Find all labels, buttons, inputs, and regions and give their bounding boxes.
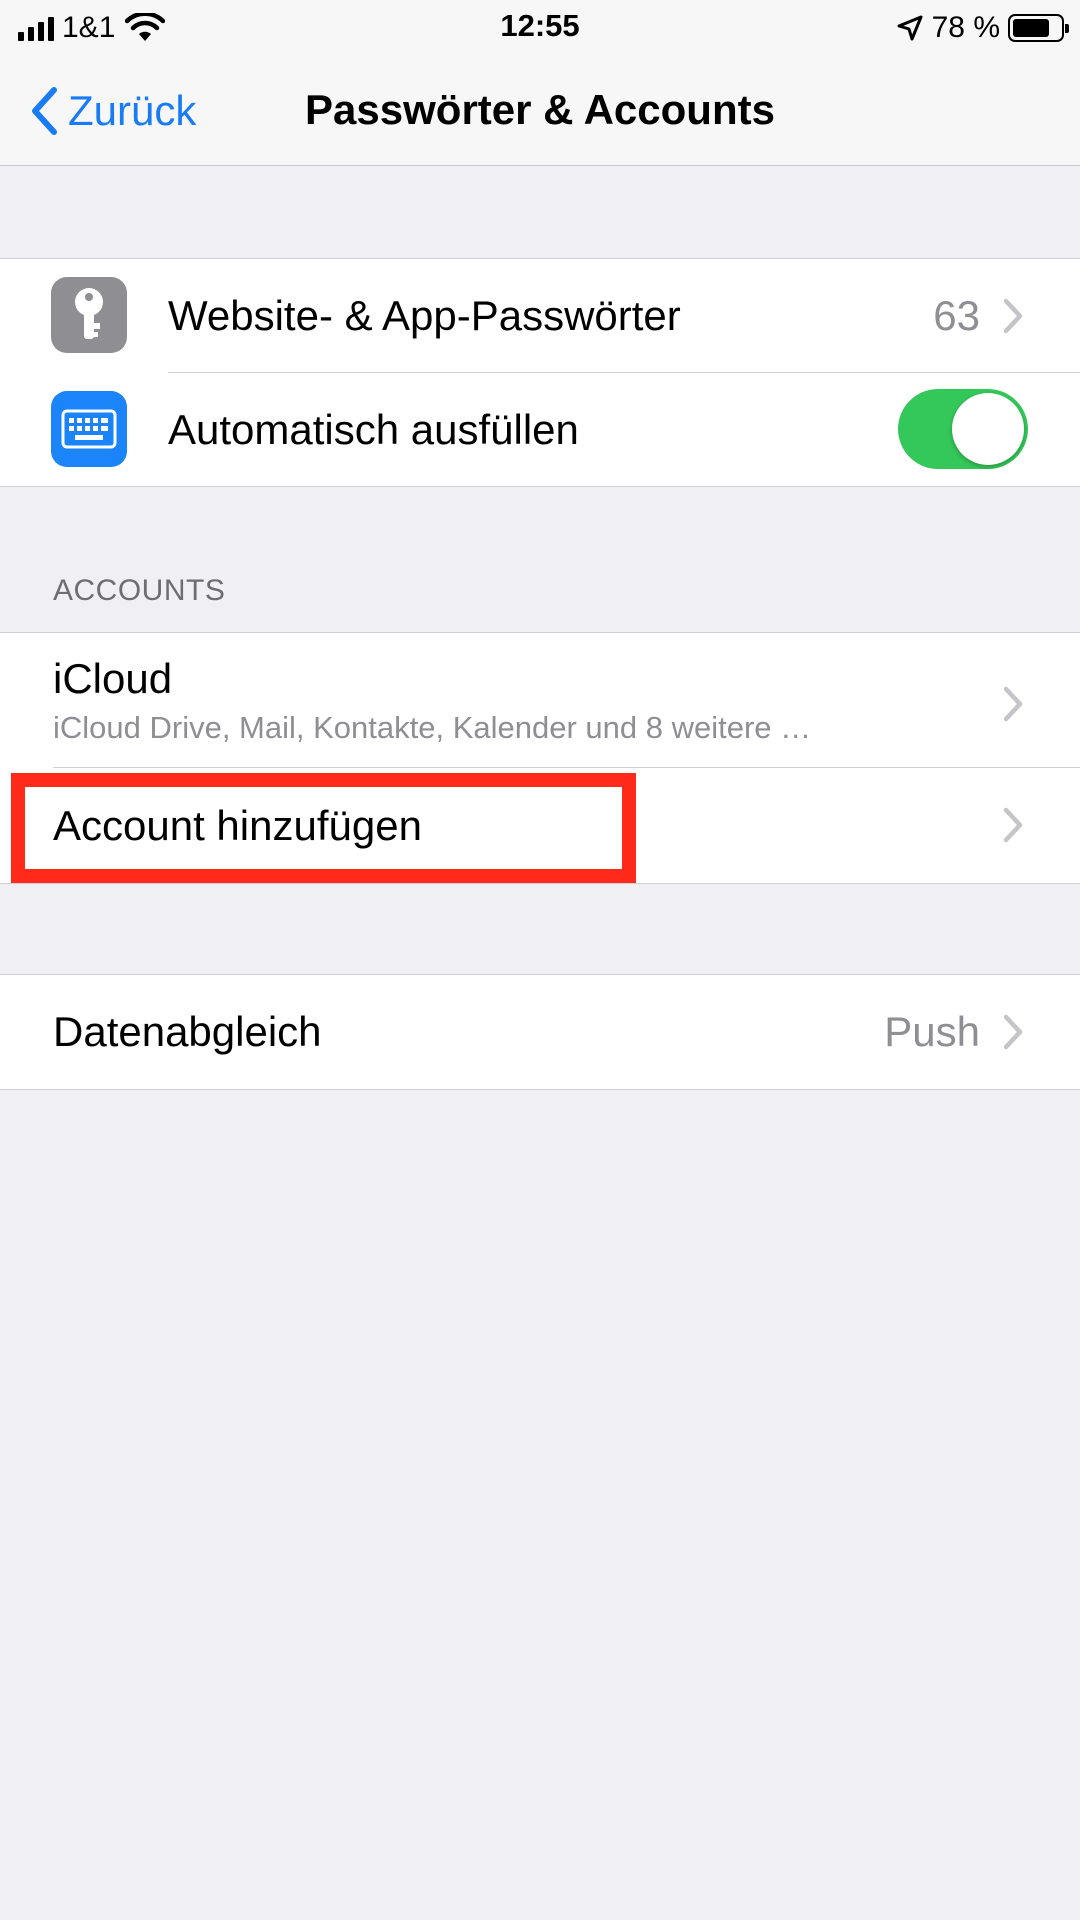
location-arrow-icon [897, 15, 923, 41]
toggle-knob [952, 393, 1024, 465]
passwords-group: Website- & App-Passwörter 63 Automatisch… [0, 258, 1080, 487]
data-sync-value: Push [884, 1008, 980, 1055]
page-title: Passwörter & Accounts [305, 86, 775, 133]
battery-percent: 78 % [931, 11, 1000, 44]
status-bar: 1&1 12:55 78 % [0, 0, 1080, 56]
website-passwords-label: Website- & App-Passwörter [168, 292, 681, 339]
autofill-toggle[interactable] [898, 389, 1028, 469]
data-sync-row[interactable]: Datenabgleich Push [0, 975, 1080, 1089]
website-passwords-row[interactable]: Website- & App-Passwörter 63 [0, 259, 1080, 373]
fetch-group: Datenabgleich Push [0, 974, 1080, 1090]
autofill-label: Automatisch ausfüllen [168, 406, 579, 453]
battery-icon [1008, 14, 1069, 42]
autofill-row: Automatisch ausfüllen [0, 373, 1080, 486]
key-icon [51, 277, 127, 353]
icloud-subtitle: iCloud Drive, Mail, Kontakte, Kalender u… [53, 710, 812, 745]
data-sync-label: Datenabgleich [53, 1008, 322, 1055]
password-count: 63 [933, 292, 980, 339]
chevron-right-icon [1003, 686, 1023, 722]
chevron-right-icon [1003, 298, 1023, 334]
highlight-box [11, 773, 636, 883]
battery-fill [1013, 19, 1049, 37]
chevron-right-icon [1003, 1014, 1023, 1050]
status-right: 78 % [896, 8, 1069, 48]
icloud-label: iCloud [53, 655, 173, 702]
keyboard-icon [51, 391, 127, 467]
navigation-bar: Zurück Passwörter & Accounts [0, 56, 1080, 166]
accounts-section-header: ACCOUNTS [53, 574, 226, 607]
chevron-right-icon [1003, 807, 1023, 843]
icloud-row[interactable]: iCloud [0, 633, 1080, 768]
